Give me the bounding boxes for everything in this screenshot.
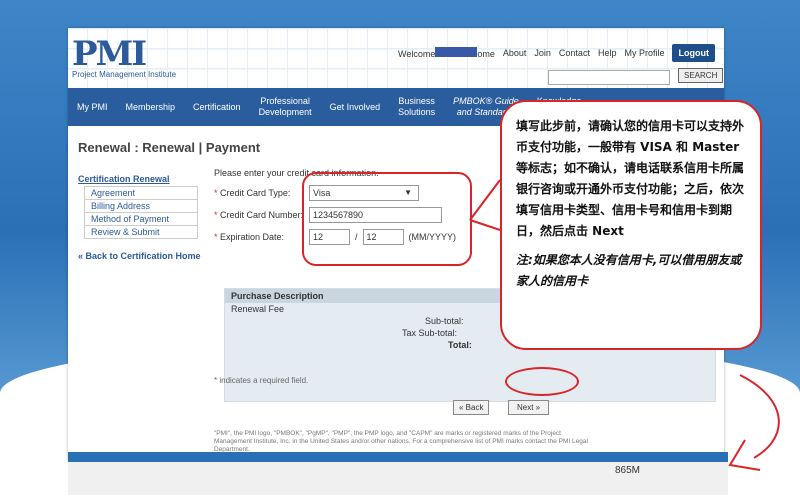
- logo-subtitle: Project Management Institute: [72, 70, 177, 79]
- callout-main-text: 填写此步前，请确认您的信用卡可以支持外币支付功能，一般带有 VISA 和 Mas…: [516, 119, 745, 238]
- nav-item-get-involved[interactable]: Get Involved: [321, 102, 390, 113]
- join-link[interactable]: Join: [534, 48, 551, 58]
- contact-link[interactable]: Contact: [559, 48, 590, 58]
- sidebar-heading[interactable]: Certification Renewal: [78, 174, 208, 184]
- nav-item-business[interactable]: Business Solutions: [389, 96, 444, 118]
- logout-button[interactable]: Logout: [672, 44, 715, 62]
- footer-bar: [68, 452, 728, 462]
- card-number-label: * Credit Card Number:: [214, 210, 304, 220]
- sidebar-item-review-submit[interactable]: Review & Submit: [84, 226, 198, 239]
- sidebar-item-method-of-payment[interactable]: Method of Payment: [84, 213, 198, 226]
- top-links: Welcome ome About Join Contact Help My Pr…: [398, 44, 715, 62]
- memory-indicator: 865M: [615, 465, 641, 476]
- redacted-name: [435, 47, 478, 57]
- next-button[interactable]: Next »: [508, 400, 550, 415]
- expiry-label: * Expiration Date:: [214, 232, 285, 242]
- card-type-label: * Credit Card Type:: [214, 188, 291, 198]
- scroll-down-arrow-icon: [728, 374, 780, 471]
- logo-mark: PMI: [72, 34, 147, 74]
- nav-item-my-pmi[interactable]: My PMI: [68, 102, 117, 113]
- callout-note: 注:如果您本人没有信用卡,可以借用朋友或家人的信用卡: [516, 253, 742, 288]
- nav-item-certification[interactable]: Certification: [184, 102, 250, 113]
- help-link[interactable]: Help: [598, 48, 617, 58]
- search-button[interactable]: SEARCH: [678, 68, 724, 83]
- legal-footer: "PMI", the PMI logo, "PMBOK", "PgMP", "P…: [214, 430, 588, 453]
- next-button-highlight: [505, 367, 579, 396]
- search-input[interactable]: [548, 70, 670, 85]
- required-note: * indicates a required field.: [214, 376, 309, 385]
- instruction-callout: 填写此步前，请确认您的信用卡可以支持外币支付功能，一般带有 VISA 和 Mas…: [500, 100, 762, 350]
- back-to-certification-link[interactable]: « Back to Certification Home: [78, 251, 208, 261]
- nav-item-professional[interactable]: Professional Development: [250, 96, 321, 118]
- sidebar-item-billing-address[interactable]: Billing Address: [84, 200, 198, 213]
- welcome-text: Welcome ome: [398, 47, 495, 59]
- card-fields-highlight: [302, 172, 472, 266]
- about-link[interactable]: About: [503, 48, 527, 58]
- page-title: Renewal : Renewal | Payment: [78, 140, 261, 155]
- sidebar-item-agreement[interactable]: Agreement: [84, 186, 198, 200]
- nav-item-membership[interactable]: Membership: [117, 102, 185, 113]
- my-profile-link[interactable]: My Profile: [624, 48, 664, 58]
- back-button[interactable]: « Back: [453, 400, 490, 415]
- sidebar: Certification Renewal Agreement Billing …: [78, 174, 208, 261]
- pmi-logo[interactable]: PMI Project Management Institute: [72, 34, 176, 79]
- site-header: PMI Project Management Institute Welcome…: [68, 28, 724, 88]
